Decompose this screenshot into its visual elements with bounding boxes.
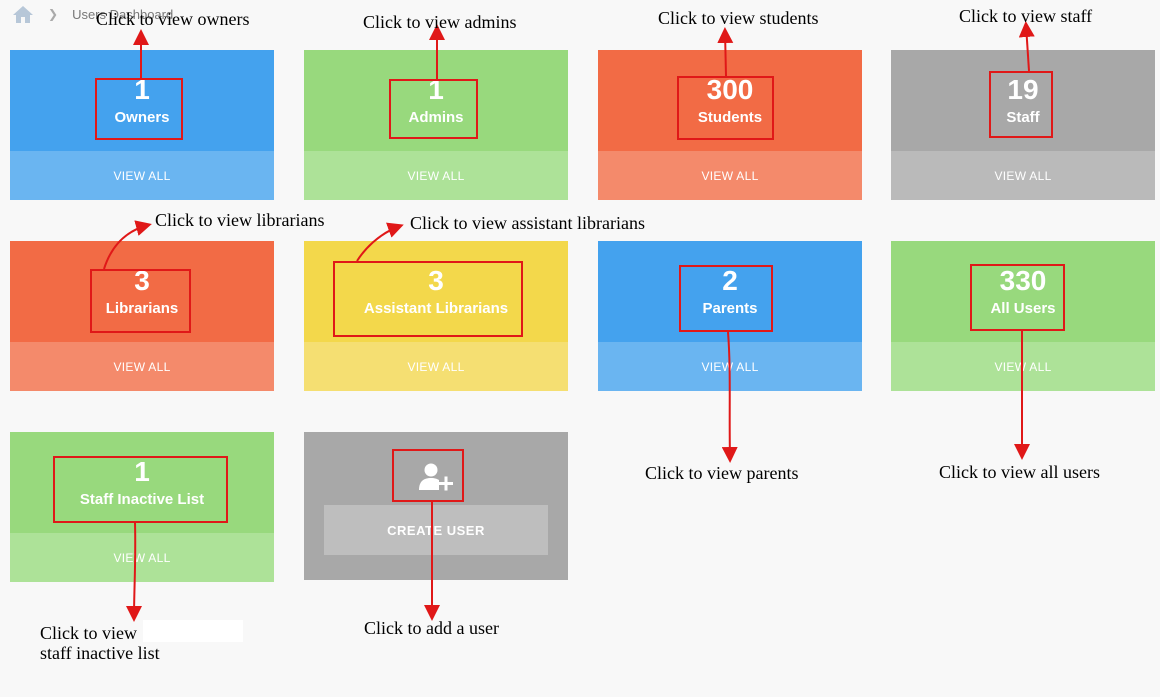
librarians-highlight-box xyxy=(90,269,191,333)
parents-annotation: Click to view parents xyxy=(645,463,799,483)
staff-inactive-highlight-box xyxy=(53,456,228,523)
add-user-annotation: Click to add a user xyxy=(364,618,499,638)
create-user-button[interactable]: CREATE USER xyxy=(324,505,548,555)
owners-annotation: Click to view owners xyxy=(96,9,250,29)
students-annotation: Click to view students xyxy=(658,8,819,28)
staff-view-all-button[interactable]: VIEW ALL xyxy=(891,151,1155,200)
staff-inactive-annotation-line1: Click to view xyxy=(40,623,137,643)
all-users-annotation: Click to view all users xyxy=(939,462,1100,482)
admins-view-all-button[interactable]: VIEW ALL xyxy=(304,151,568,200)
students-highlight-box xyxy=(677,76,774,140)
redaction-block xyxy=(143,620,243,642)
librarians-view-all-button[interactable]: VIEW ALL xyxy=(10,342,274,391)
staff-annotation: Click to view staff xyxy=(959,6,1093,26)
assistant-librarians-view-all-button[interactable]: VIEW ALL xyxy=(304,342,568,391)
admins-annotation: Click to view admins xyxy=(363,12,517,32)
assistant-librarians-highlight-box xyxy=(333,261,523,337)
students-view-all-button[interactable]: VIEW ALL xyxy=(598,151,862,200)
admins-highlight-box xyxy=(389,79,478,139)
staff-highlight-box xyxy=(989,71,1053,138)
parents-highlight-box xyxy=(679,265,773,332)
assistant-librarians-annotation: Click to view assistant librarians xyxy=(410,213,645,233)
home-icon[interactable] xyxy=(12,4,34,24)
staff-inactive-annotation-line2: staff inactive list xyxy=(40,643,160,663)
parents-view-all-button[interactable]: VIEW ALL xyxy=(598,342,862,391)
chevron-right-icon: ❯ xyxy=(48,7,59,21)
staff-inactive-view-all-button[interactable]: VIEW ALL xyxy=(10,533,274,582)
owners-view-all-button[interactable]: VIEW ALL xyxy=(10,151,274,200)
create-user-highlight-box xyxy=(392,449,464,502)
all-users-view-all-button[interactable]: VIEW ALL xyxy=(891,342,1155,391)
owners-highlight-box xyxy=(95,78,183,140)
all-users-highlight-box xyxy=(970,264,1065,331)
librarians-annotation: Click to view librarians xyxy=(155,210,325,230)
